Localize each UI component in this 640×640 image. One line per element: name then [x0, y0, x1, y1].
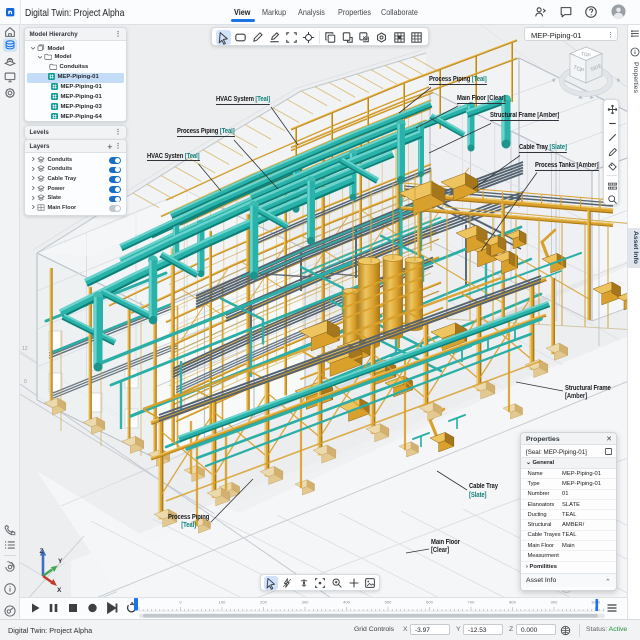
svg-text:500: 500: [385, 600, 392, 605]
svg-text:800: 800: [509, 600, 516, 605]
svg-text:Y: Y: [58, 558, 63, 565]
svg-text:300: 300: [302, 600, 309, 605]
svg-text:600: 600: [426, 600, 433, 605]
svg-text:900: 900: [551, 600, 558, 605]
svg-text:Z: Z: [40, 548, 44, 555]
svg-text:X: X: [57, 587, 62, 592]
svg-text:700: 700: [468, 600, 475, 605]
svg-text:100: 100: [219, 600, 226, 605]
svg-text:200: 200: [260, 600, 267, 605]
svg-text:400: 400: [343, 600, 350, 605]
svg-text:0: 0: [179, 600, 182, 605]
